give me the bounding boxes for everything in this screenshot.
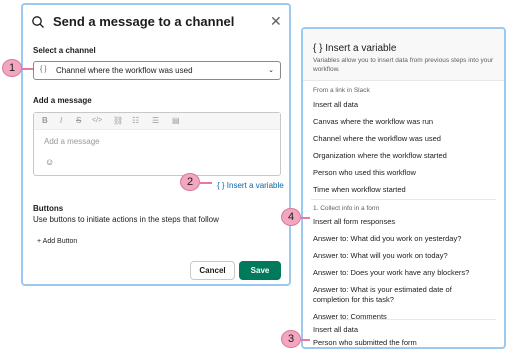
callout-4: 4	[281, 208, 301, 226]
variable-item[interactable]: Insert all data	[313, 325, 358, 334]
variable-item[interactable]: Canvas where the workflow was run	[313, 117, 433, 126]
bulleted-list-icon[interactable]: ☰	[152, 116, 159, 125]
divider	[311, 319, 496, 320]
chevron-down-icon: ⌄	[268, 67, 274, 74]
channel-select-value: Channel where the workflow was used	[56, 66, 193, 75]
callout-3-pointer	[301, 339, 310, 341]
callout-4-pointer	[301, 217, 310, 219]
italic-icon[interactable]: I	[60, 116, 62, 125]
dialog-title: Send a message to a channel	[53, 14, 235, 29]
variable-item[interactable]: Answer to: What did you work on yesterda…	[313, 234, 461, 243]
cancel-button[interactable]: Cancel	[190, 261, 235, 280]
section-heading-form: 1. Collect info in a form	[313, 205, 380, 212]
variable-item[interactable]: Time when workflow started	[313, 185, 406, 194]
insert-variable-link[interactable]: { } Insert a variable	[217, 181, 284, 190]
message-editor[interactable]: B I S </> ⛓ ☷ ☰ ▤ Add a message ☺	[33, 112, 281, 176]
bold-icon[interactable]: B	[42, 116, 48, 125]
variable-item[interactable]: Insert all form responses	[313, 217, 395, 226]
callout-2-pointer	[200, 182, 212, 184]
section-heading-link: From a link in Slack	[313, 87, 370, 94]
panel-title: { } Insert a variable	[313, 43, 397, 54]
panel-description: Variables allow you to insert data from …	[313, 57, 494, 73]
callout-1-pointer	[22, 68, 33, 70]
channel-select[interactable]: { } Channel where the workflow was used …	[33, 61, 281, 80]
select-channel-label: Select a channel	[33, 46, 96, 55]
blockquote-icon[interactable]: ▤	[172, 116, 180, 125]
variable-item[interactable]: Answer to: What is your estimated date o…	[313, 285, 452, 294]
divider	[311, 199, 496, 200]
close-icon[interactable]: ✕	[270, 14, 282, 28]
insert-variable-panel: { } Insert a variable Variables allow yo…	[301, 27, 506, 349]
variable-item[interactable]: Answer to: Does your work have any block…	[313, 268, 469, 277]
variable-item[interactable]: Person who submitted the form	[313, 338, 417, 347]
add-message-label: Add a message	[33, 96, 92, 105]
emoji-icon[interactable]: ☺	[45, 157, 54, 167]
variable-item[interactable]: Insert all data	[313, 100, 358, 109]
search-icon	[32, 16, 44, 28]
link-icon[interactable]: ⛓	[113, 116, 123, 125]
variable-item[interactable]: Organization where the workflow started	[313, 151, 447, 160]
save-button[interactable]: Save	[239, 261, 281, 280]
message-placeholder: Add a message	[44, 137, 100, 146]
variable-icon: { }	[40, 66, 47, 73]
variable-item[interactable]: Answer to: What will you work on today?	[313, 251, 448, 260]
buttons-heading: Buttons	[33, 204, 64, 213]
variable-item[interactable]: Channel where the workflow was used	[313, 134, 441, 143]
ordered-list-icon[interactable]: ☷	[132, 116, 139, 125]
code-icon[interactable]: </>	[92, 116, 102, 125]
callout-1: 1	[2, 59, 22, 77]
callout-2: 2	[180, 173, 200, 191]
variable-item-continued[interactable]: completion for this task?	[313, 295, 394, 304]
strikethrough-icon[interactable]: S	[76, 116, 81, 125]
add-button[interactable]: + Add Button	[37, 238, 77, 245]
buttons-description: Use buttons to initiate actions in the s…	[33, 215, 219, 224]
variable-item[interactable]: Person who used this workflow	[313, 168, 416, 177]
send-message-dialog: Send a message to a channel ✕ Select a c…	[21, 3, 291, 286]
formatting-toolbar: B I S </> ⛓ ☷ ☰ ▤	[34, 113, 280, 130]
callout-3: 3	[281, 330, 301, 348]
